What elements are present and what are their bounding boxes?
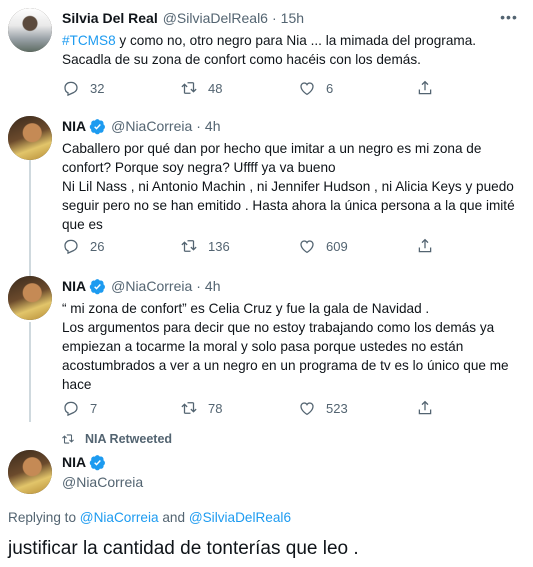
- share-button[interactable]: [416, 78, 446, 98]
- mention-link[interactable]: @SilviaDelReal6: [189, 510, 291, 525]
- timestamp[interactable]: 4h: [205, 278, 221, 294]
- timestamp[interactable]: 4h: [205, 118, 221, 134]
- author-name[interactable]: Silvia Del Real: [62, 10, 158, 26]
- reply-icon: [64, 81, 78, 97]
- share-icon: [418, 80, 432, 95]
- avatar[interactable]: [8, 450, 52, 494]
- mention-link[interactable]: @NiaCorreia: [80, 510, 159, 525]
- like-button[interactable]: 609: [298, 236, 416, 256]
- timestamp[interactable]: 15h: [281, 10, 304, 26]
- author-name[interactable]: NIA: [62, 454, 86, 470]
- reply-icon: [64, 401, 78, 417]
- author-handle[interactable]: @SilviaDelReal6: [163, 10, 268, 26]
- reply-icon: [64, 239, 78, 255]
- verified-badge-icon: [89, 118, 106, 134]
- share-icon: [418, 238, 432, 253]
- share-button[interactable]: [416, 236, 446, 256]
- retweet-button[interactable]: 136: [180, 236, 298, 256]
- author-name[interactable]: NIA: [62, 118, 86, 134]
- tweet-text: #TCMS8 y como no, otro negro para Nia ..…: [62, 33, 477, 67]
- like-button[interactable]: 523: [298, 398, 416, 418]
- like-icon: [300, 240, 314, 254]
- verified-badge-icon: [89, 278, 106, 294]
- retweet-button[interactable]: 48: [180, 78, 298, 98]
- hashtag-link[interactable]: #TCMS8: [62, 33, 116, 48]
- avatar[interactable]: [8, 116, 52, 160]
- share-icon: [418, 400, 432, 415]
- author-handle[interactable]: @NiaCorreia: [62, 474, 143, 490]
- replying-to: Replying to @NiaCorreia and @SilviaDelRe…: [8, 510, 292, 525]
- tweet-silvia[interactable]: Silvia Del Real @SilviaDelReal6 · 15h ••…: [0, 0, 533, 104]
- focus-tweet-text: justificar la cantidad de tonterías que …: [8, 538, 359, 559]
- avatar[interactable]: [8, 8, 52, 52]
- tweet-nia-1[interactable]: NIA @NiaCorreia · 4h Caballero por qué d…: [0, 104, 533, 270]
- retweet-icon: [181, 402, 197, 414]
- reply-button[interactable]: 7: [62, 398, 180, 418]
- reply-button[interactable]: 26: [62, 236, 180, 256]
- author-handle[interactable]: @NiaCorreia: [111, 118, 192, 134]
- tweet-text: Caballero por qué dan por hecho que imit…: [62, 141, 515, 232]
- retweeted-label[interactable]: NIA Retweeted: [62, 432, 172, 446]
- like-icon: [300, 82, 314, 96]
- tweet-nia-2[interactable]: NIA @NiaCorreia · 4h “ mi zona de confor…: [0, 270, 533, 422]
- tweet-text: “ mi zona de confort” es Celia Cruz y fu…: [62, 301, 509, 392]
- like-icon: [300, 402, 314, 416]
- author-handle[interactable]: @NiaCorreia: [111, 278, 192, 294]
- like-button[interactable]: 6: [298, 78, 416, 98]
- author-name[interactable]: NIA: [62, 278, 86, 294]
- verified-badge-icon: [89, 454, 106, 470]
- reply-button[interactable]: 32: [62, 78, 180, 98]
- more-icon[interactable]: •••: [497, 8, 521, 28]
- share-button[interactable]: [416, 398, 446, 418]
- retweet-icon: [62, 434, 74, 444]
- retweet-icon: [181, 82, 197, 94]
- avatar[interactable]: [8, 276, 52, 320]
- retweet-icon: [181, 240, 197, 252]
- retweet-button[interactable]: 78: [180, 398, 298, 418]
